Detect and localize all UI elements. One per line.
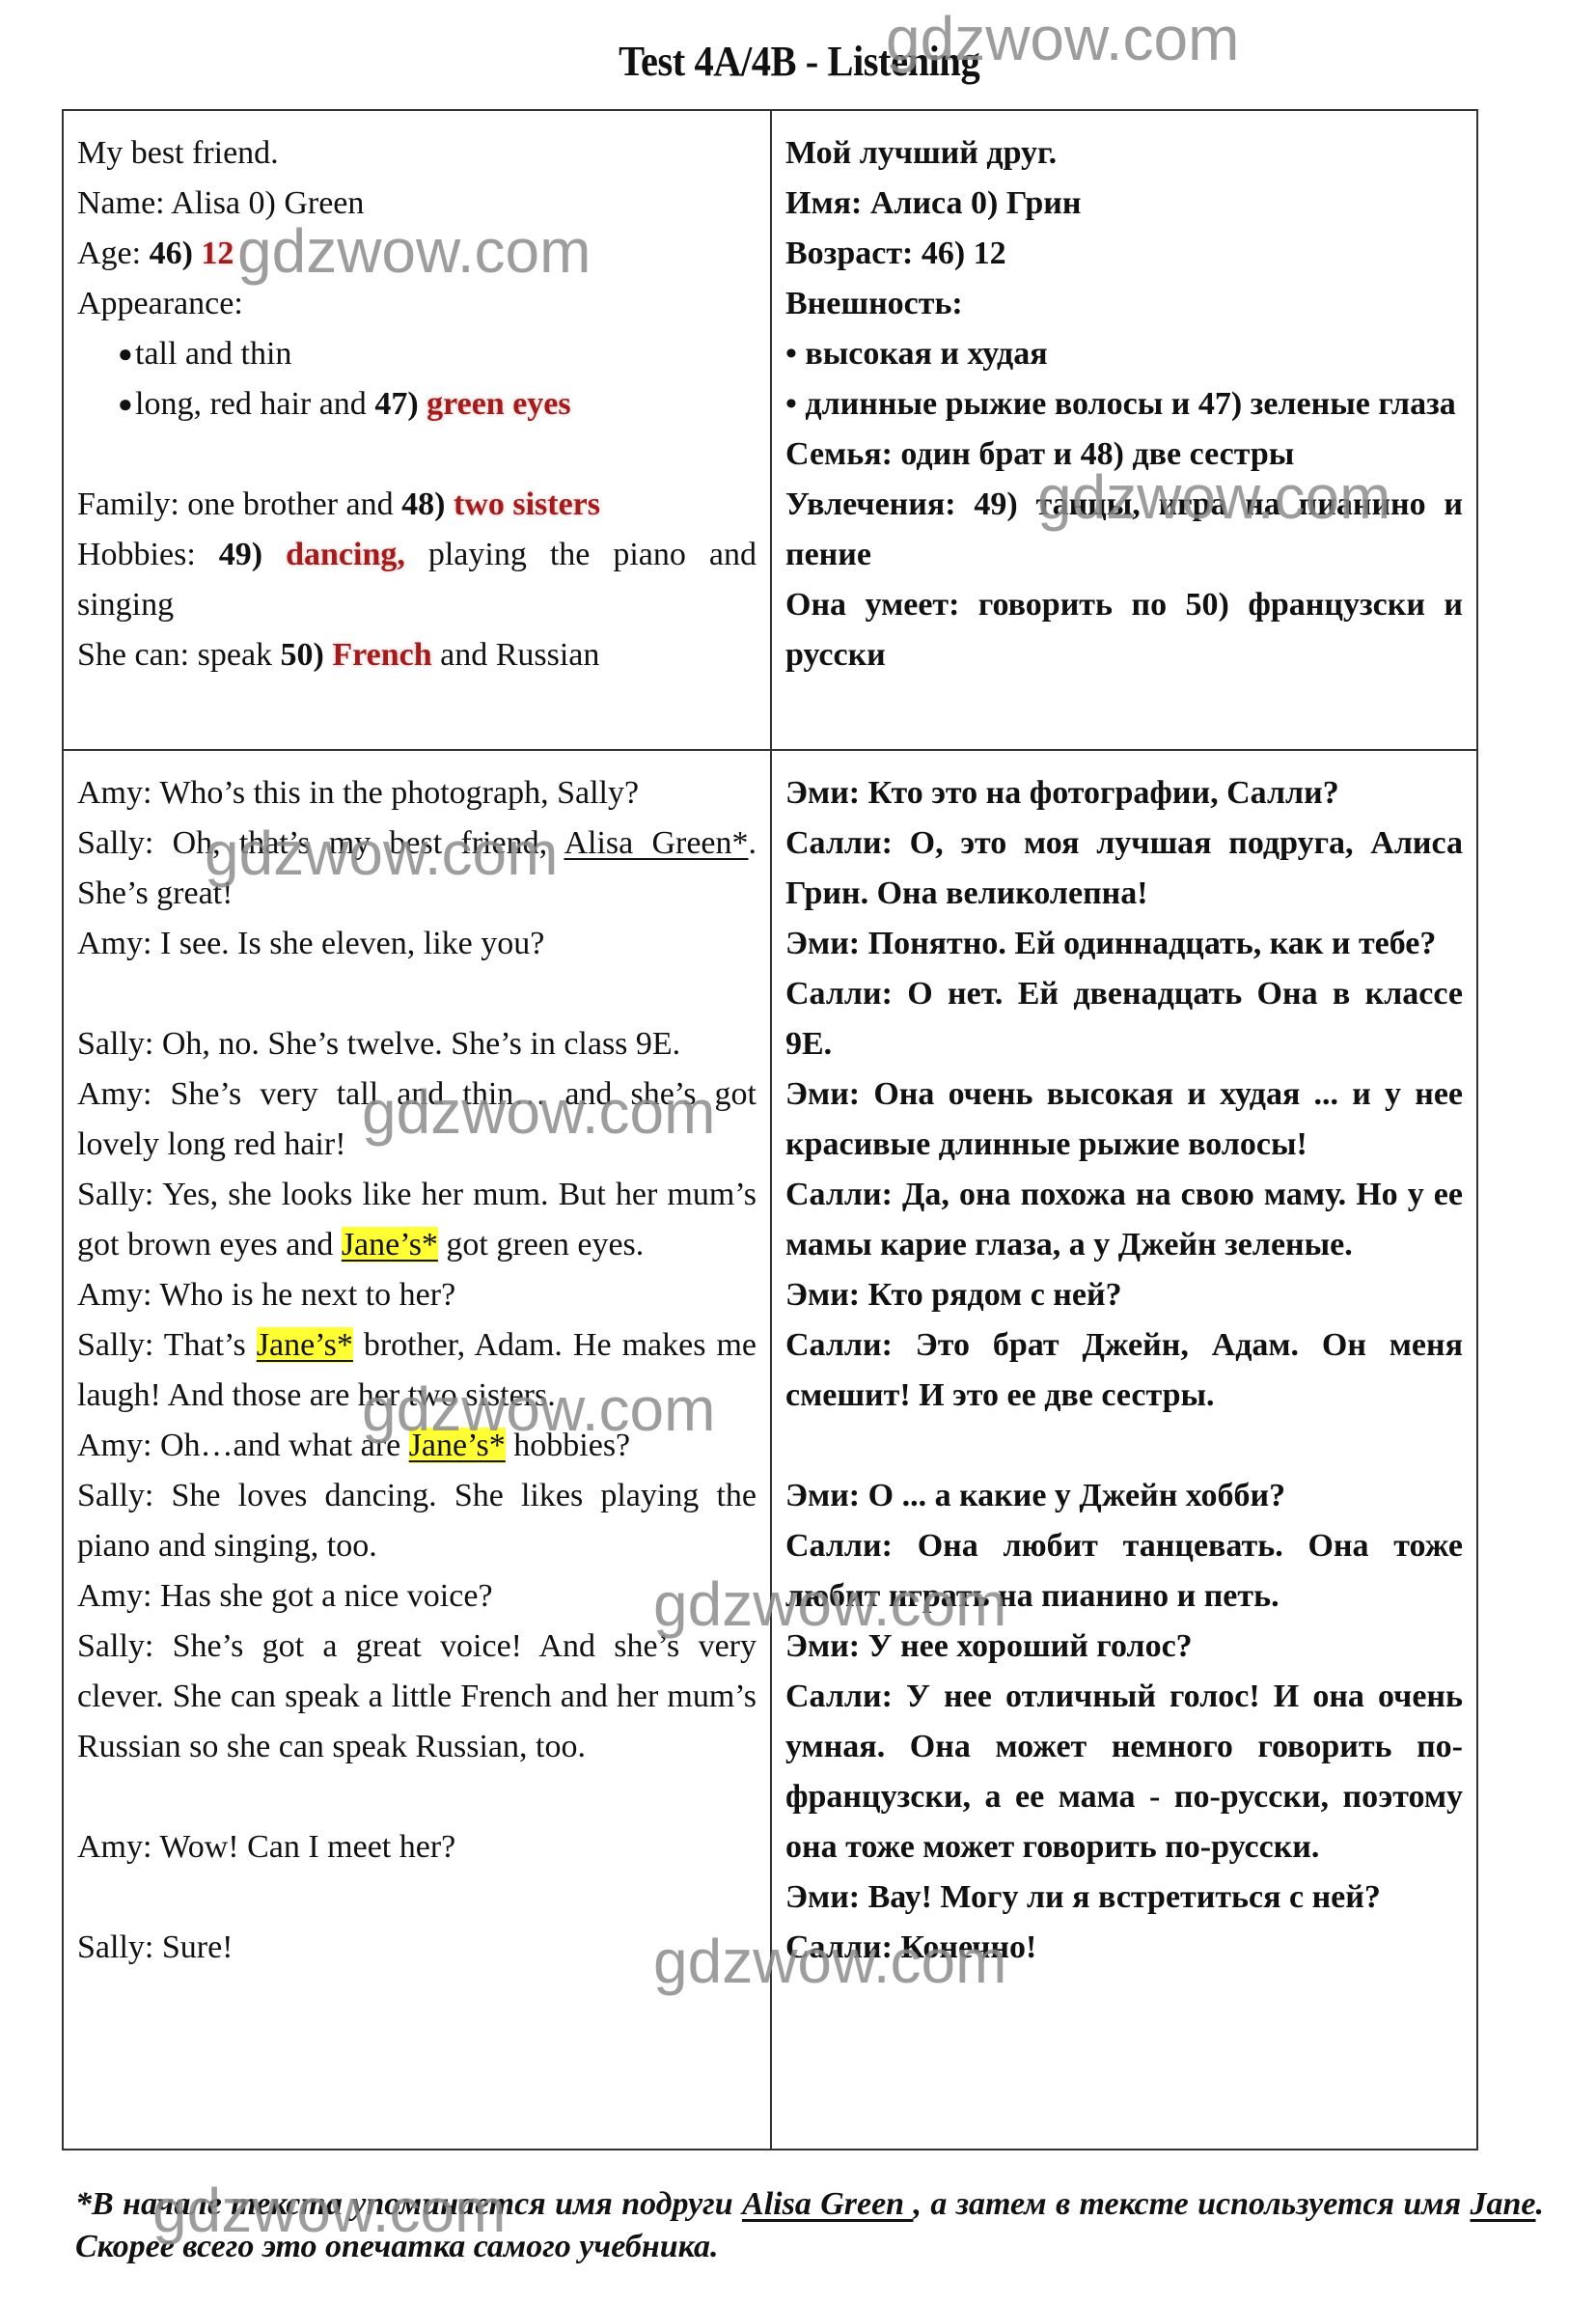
profile-age: Age: 46) 12 [77,229,757,279]
highlighted-name-jane: Jane’s* [256,1327,353,1363]
can-label: She can: speak [77,637,281,673]
profile-ru-name: Имя: Алиса 0) Грин [785,185,1082,221]
profile-hobbies: Hobbies: 49) dancing, playing the piano … [77,530,757,630]
dialogue-line: Sally: That’s Jane’s* brother, Adam. He … [77,1320,757,1421]
question-number: 48) [401,486,446,522]
footnote-name-jane: Jane [1470,2186,1536,2222]
bullet-text: long, red hair and [135,386,375,422]
dialogue-ru-line: Эми: О ... а какие у Джейн хобби? [785,1478,1286,1513]
profile-russian-cell: Мой лучший друг. Имя: Алиса 0) Грин Возр… [770,109,1478,751]
hobbies-label: Hobbies: [77,537,219,572]
dialogue-ru-line: Салли: О нет. Ей двенадцать Она в классе… [785,976,1463,1062]
page-title: Test 4A/4B - Listening [619,38,980,85]
appearance-bullet-1: tall and thin [77,329,757,379]
footnote-text: , а затем в тексте используется имя [913,2186,1471,2222]
profile-english-cell: My best friend. Name: Alisa 0) Green Age… [62,109,772,751]
question-number: 46) [149,236,193,271]
dialogue-ru-line: Салли: О, это моя лучшая подруга, Алиса … [785,825,1463,911]
profile-heading: My best friend. [77,135,279,171]
dialogue-line: Sally: She loves dancing. She likes play… [77,1478,757,1564]
highlighted-name-jane: Jane’s* [408,1428,506,1463]
answer-50: French [332,637,432,673]
dialogue-ru-line: Салли: У нее отличный голос! И она очень… [785,1679,1463,1865]
dialogue-text: got green eyes. [437,1227,645,1262]
profile-ru-bullet-2: • длинные рыжие волосы и 47) зеленые гла… [785,386,1456,422]
dialogue-ru-line: Салли: Конечно! [785,1929,1037,1965]
profile-ru-hobbies: Увлечения: 49) танцы, игра на пианино и … [785,486,1463,572]
question-number: 47) [374,386,419,422]
age-label: Age: [77,236,150,271]
dialogue-russian-cell: Эми: Кто это на фотографии, Салли? Салли… [770,749,1478,2150]
can-rest: and Russian [431,637,600,673]
family-label: Family: one brother and [77,486,402,522]
dialogue-ru-line: Эми: Кто рядом с ней? [785,1277,1122,1313]
dialogue-line: Amy: Wow! Can I meet her? [77,1829,456,1865]
dialogue-ru-line: Эми: Вау! Могу ли я встретиться с ней? [785,1879,1381,1915]
dialogue-line: Amy: I see. Is she eleven, like you? [77,926,545,961]
profile-ru-appearance: Внешность: [785,286,963,321]
dialogue-line: Sally: Sure! [77,1929,234,1965]
dialogue-line: Sally: Oh, no. She’s twelve. She’s in cl… [77,1026,681,1062]
question-number: 50) [280,637,324,673]
profile-ru-can: Она умеет: говорить по 50) французски и … [785,587,1463,673]
profile-ru-heading: Мой лучший друг. [785,135,1058,171]
dialogue-ru-line: Салли: Да, она похожа на свою маму. Но у… [785,1177,1463,1262]
profile-appearance-label: Appearance: [77,286,243,321]
footnote-text: *В начале текста упоминается имя подруги [75,2186,743,2222]
profile-ru-family: Семья: один брат и 48) две сестры [785,436,1295,472]
answer-49: dancing, [286,537,405,572]
dialogue-ru-line: Эми: Понятно. Ей одиннадцать, как и тебе… [785,926,1437,961]
profile-row: My best friend. Name: Alisa 0) Green Age… [62,109,1478,751]
dialogue-line: Sally: Yes, she looks like her mum. But … [77,1170,757,1270]
dialogue-line: Sally: She’s got a great voice! And she’… [77,1628,757,1764]
dialogue-ru-line: Салли: Она любит танцевать. Она тоже люб… [785,1528,1463,1614]
answer-46: 12 [201,236,234,271]
dialogue-text: Amy: Oh…and what are [77,1428,409,1463]
question-number: 49) [218,537,263,572]
dialogue-ru-line: Эми: У нее хороший голос? [785,1628,1193,1664]
profile-name: Name: Alisa 0) Green [77,185,365,221]
dialogue-ru-line: Эми: Она очень высокая и худая ... и у н… [785,1076,1463,1162]
dialogue-line: Amy: Who’s this in the photograph, Sally… [77,775,640,811]
footnote-name-alisa: Alisa Green [742,2186,914,2222]
dialogue-line: Amy: Oh…and what are Jane’s* hobbies? [77,1421,757,1471]
name-alisa-green: Alisa Green* [564,825,749,861]
dialogue-english-cell: Amy: Who’s this in the photograph, Sally… [62,749,772,2150]
dialogue-line: Amy: She’s very tall and thin… and she’s… [77,1076,757,1162]
dialogue-line: Amy: Has she got a nice voice? [77,1578,493,1614]
dialogue-text: Sally: That’s [77,1327,257,1363]
footnote: *В начале текста упоминается имя подруги… [75,2183,1544,2268]
transcript-table: My best friend. Name: Alisa 0) Green Age… [62,109,1478,2150]
profile-ru-age: Возраст: 46) 12 [785,236,1006,271]
profile-ru-bullet-1: • высокая и худая [785,336,1048,372]
dialogue-ru-line: Салли: Это брат Джейн, Адам. Он меня сме… [785,1327,1463,1413]
answer-47: green eyes [427,386,571,422]
dialogue-line: Amy: Who is he next to her? [77,1277,456,1313]
dialogue-text: Sally: Oh, that’s my best friend, [77,825,564,861]
dialogue-line: Sally: Oh, that’s my best friend, Alisa … [77,819,757,919]
highlighted-name-jane: Jane’s* [341,1227,438,1262]
profile-can: She can: speak 50) French and Russian [77,630,757,680]
appearance-bullet-2: long, red hair and 47) green eyes [77,379,757,430]
dialogue-text: hobbies? [505,1428,631,1463]
dialogue-row: Amy: Who’s this in the photograph, Sally… [62,749,1478,2150]
profile-family: Family: one brother and 48) two sisters [77,480,757,530]
answer-48: two sisters [453,486,601,522]
dialogue-ru-line: Эми: Кто это на фотографии, Салли? [785,775,1339,811]
